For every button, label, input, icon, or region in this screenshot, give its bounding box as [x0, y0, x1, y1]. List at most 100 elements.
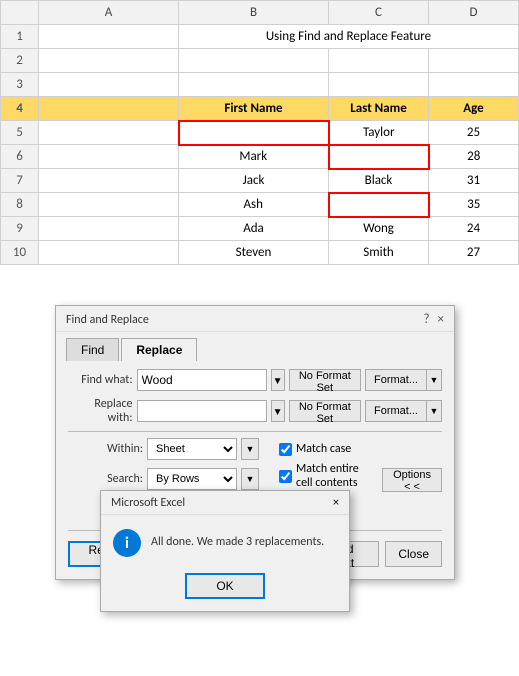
- col-header-d[interactable]: D: [429, 1, 519, 25]
- replace-with-label: Replace with:: [68, 397, 133, 425]
- cell-first-10[interactable]: Steven: [179, 241, 329, 265]
- cell-last-5[interactable]: Taylor: [329, 121, 429, 145]
- cell-age-5[interactable]: 25: [429, 121, 519, 145]
- find-what-input[interactable]: [137, 369, 267, 391]
- replace-format-arrow[interactable]: ▼: [426, 400, 442, 422]
- dialog-titlebar: Find and Replace ? ×: [56, 306, 454, 332]
- cell-a5[interactable]: [39, 121, 179, 145]
- cell-a3[interactable]: [39, 73, 179, 97]
- header-age: Age: [429, 97, 519, 121]
- dialog-controls: ? ×: [423, 312, 444, 327]
- find-format-arrow[interactable]: ▼: [426, 369, 442, 391]
- cell-a8[interactable]: [39, 193, 179, 217]
- msgbox-message: All done. We made 3 replacements.: [151, 529, 324, 551]
- row-num-5: 5: [1, 121, 39, 145]
- find-format-btn-group: Format... ▼: [365, 369, 442, 391]
- row-num-2: 2: [1, 49, 39, 73]
- cell-first-9[interactable]: Ada: [179, 217, 329, 241]
- cell-age-6[interactable]: 28: [429, 145, 519, 169]
- dialog-close-icon[interactable]: ×: [438, 312, 444, 327]
- cell-a7[interactable]: [39, 169, 179, 193]
- row-num-1: 1: [1, 25, 39, 49]
- find-format-btn[interactable]: Format...: [365, 369, 426, 391]
- cell-a4[interactable]: [39, 97, 179, 121]
- cell-a10[interactable]: [39, 241, 179, 265]
- match-case-checkbox[interactable]: [279, 443, 292, 456]
- within-row: Within: Sheet ▼: [68, 438, 259, 460]
- search-label: Search:: [68, 472, 143, 486]
- cell-first-7[interactable]: Jack: [179, 169, 329, 193]
- search-dropdown-arrow[interactable]: ▼: [241, 468, 259, 490]
- find-dropdown-arrow[interactable]: ▼: [271, 369, 285, 391]
- match-entire-checkbox[interactable]: [279, 470, 292, 483]
- cell-last-6[interactable]: [329, 145, 429, 169]
- search-row: Search: By Rows ▼: [68, 468, 259, 490]
- cell-last-8[interactable]: [329, 193, 429, 217]
- cell-d2[interactable]: [429, 49, 519, 73]
- dialog-title: Find and Replace: [66, 313, 149, 327]
- match-entire-row: Match entire cell contents: [279, 462, 370, 490]
- cell-first-5[interactable]: [179, 121, 329, 145]
- cell-last-10[interactable]: Smith: [329, 241, 429, 265]
- replace-format-btn-group: Format... ▼: [365, 400, 442, 422]
- tab-replace[interactable]: Replace: [121, 338, 197, 361]
- within-dropdown-arrow[interactable]: ▼: [241, 438, 259, 460]
- row-num-3: 3: [1, 73, 39, 97]
- row-num-6: 6: [1, 145, 39, 169]
- right-options: Match case Match entire cell contents: [279, 438, 370, 490]
- cell-c2[interactable]: [329, 49, 429, 73]
- col-header-empty: [1, 1, 39, 25]
- cell-age-7[interactable]: 31: [429, 169, 519, 193]
- row-num-7: 7: [1, 169, 39, 193]
- tab-find[interactable]: Find: [66, 338, 119, 361]
- row-num-10: 10: [1, 241, 39, 265]
- row-num-9: 9: [1, 217, 39, 241]
- cell-age-8[interactable]: 35: [429, 193, 519, 217]
- cell-b3[interactable]: [179, 73, 329, 97]
- info-icon: i: [113, 529, 141, 557]
- match-case-row: Match case: [279, 442, 370, 456]
- cell-a1[interactable]: [39, 25, 179, 49]
- excel-msgbox: Microsoft Excel × i All done. We made 3 …: [100, 490, 350, 612]
- msgbox-titlebar: Microsoft Excel ×: [101, 491, 349, 515]
- cell-d3[interactable]: [429, 73, 519, 97]
- dialog-tabs: Find Replace: [56, 332, 454, 361]
- row-num-4: 4: [1, 97, 39, 121]
- cell-age-10[interactable]: 27: [429, 241, 519, 265]
- cell-c3[interactable]: [329, 73, 429, 97]
- msgbox-body: i All done. We made 3 replacements.: [101, 515, 349, 567]
- cell-last-9[interactable]: Wong: [329, 217, 429, 241]
- dialog-question[interactable]: ?: [423, 312, 429, 327]
- cell-b2[interactable]: [179, 49, 329, 73]
- cell-first-8[interactable]: Ash: [179, 193, 329, 217]
- ok-button[interactable]: OK: [185, 573, 265, 599]
- header-first-name: First Name: [179, 97, 329, 121]
- cell-a9[interactable]: [39, 217, 179, 241]
- cell-first-6[interactable]: Mark: [179, 145, 329, 169]
- options-button[interactable]: Options < <: [382, 468, 442, 492]
- spreadsheet: A B C D 1 Using Find and Replace Feature…: [0, 0, 519, 310]
- cell-a6[interactable]: [39, 145, 179, 169]
- within-select[interactable]: Sheet: [147, 438, 237, 460]
- replace-format-btn[interactable]: Format...: [365, 400, 426, 422]
- col-header-a[interactable]: A: [39, 1, 179, 25]
- cell-last-7[interactable]: Black: [329, 169, 429, 193]
- replace-with-row: Replace with: ▼ No Format Set Format... …: [68, 397, 442, 425]
- col-header-c[interactable]: C: [329, 1, 429, 25]
- replace-dropdown-arrow[interactable]: ▼: [271, 400, 285, 422]
- replace-with-input[interactable]: [137, 400, 267, 422]
- within-label: Within:: [68, 442, 143, 456]
- cell-a2[interactable]: [39, 49, 179, 73]
- replace-no-format-btn[interactable]: No Format Set: [289, 400, 361, 422]
- col-header-b[interactable]: B: [179, 1, 329, 25]
- search-select[interactable]: By Rows: [147, 468, 237, 490]
- find-no-format-btn[interactable]: No Format Set: [289, 369, 361, 391]
- match-entire-label: Match entire cell contents: [296, 462, 370, 490]
- cell-age-9[interactable]: 24: [429, 217, 519, 241]
- msgbox-footer: OK: [101, 567, 349, 611]
- header-last-name: Last Name: [329, 97, 429, 121]
- find-what-label: Find what:: [68, 373, 133, 387]
- close-dialog-button[interactable]: Close: [385, 541, 442, 567]
- msgbox-close-icon[interactable]: ×: [333, 496, 339, 510]
- find-what-row: Find what: ▼ No Format Set Format... ▼: [68, 369, 442, 391]
